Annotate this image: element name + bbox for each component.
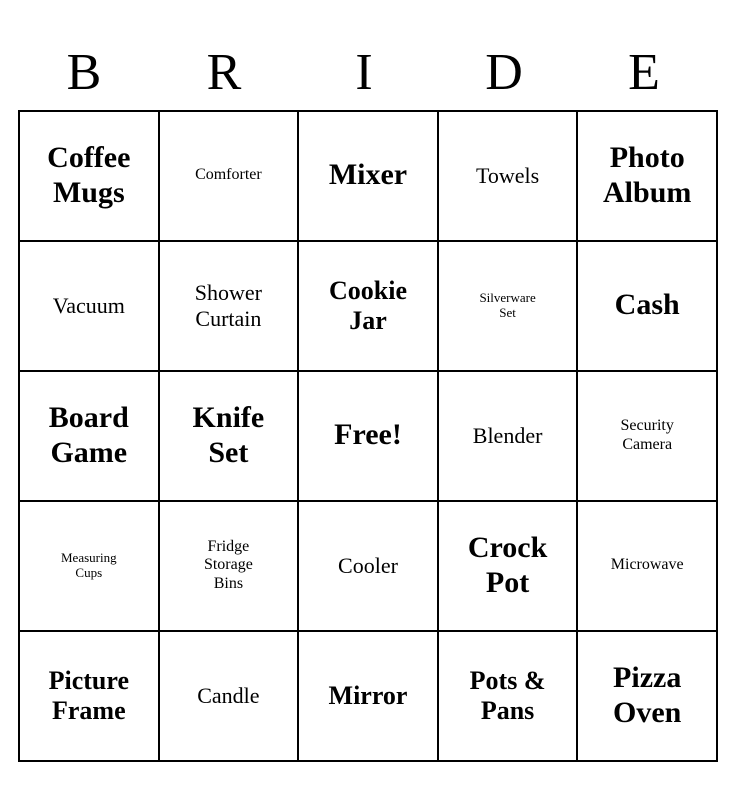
bingo-cell-r0-c4: PhotoAlbum	[578, 112, 718, 242]
bingo-cell-r3-c3: CrockPot	[439, 502, 579, 632]
cell-label: PhotoAlbum	[603, 141, 691, 210]
cell-label: FridgeStorageBins	[204, 538, 253, 593]
bingo-grid: CoffeeMugs Comforter Mixer Towels PhotoAlbum…	[18, 110, 718, 762]
bingo-cell-r1-c0: Vacuum	[20, 242, 160, 372]
cell-label: CoffeeMugs	[47, 141, 130, 210]
cell-label: CrockPot	[468, 531, 547, 600]
cell-label: Candle	[197, 683, 259, 708]
header-letter: E	[578, 39, 718, 106]
bingo-cell-r3-c2: Cooler	[299, 502, 439, 632]
cell-label: ShowerCurtain	[195, 280, 262, 331]
bingo-cell-r4-c1: Candle	[160, 632, 300, 762]
bingo-cell-r1-c2: CookieJar	[299, 242, 439, 372]
bingo-cell-r2-c0: BoardGame	[20, 372, 160, 502]
bingo-cell-r4-c2: Mirror	[299, 632, 439, 762]
cell-label: PictureFrame	[49, 666, 129, 726]
cell-label: SecurityCamera	[621, 417, 674, 454]
cell-label: KnifeSet	[193, 401, 265, 470]
cell-label: BoardGame	[49, 401, 129, 470]
bingo-cell-r4-c3: Pots &Pans	[439, 632, 579, 762]
bingo-cell-r3-c1: FridgeStorageBins	[160, 502, 300, 632]
bingo-cell-r4-c4: PizzaOven	[578, 632, 718, 762]
header-letter: B	[18, 39, 158, 106]
bingo-cell-r1-c3: SilverwareSet	[439, 242, 579, 372]
bingo-cell-r0-c1: Comforter	[160, 112, 300, 242]
bingo-cell-r0-c2: Mixer	[299, 112, 439, 242]
cell-label: Towels	[476, 163, 539, 188]
bingo-cell-r1-c1: ShowerCurtain	[160, 242, 300, 372]
cell-label: Mirror	[329, 681, 408, 711]
cell-label: Microwave	[611, 556, 684, 574]
bingo-cell-r4-c0: PictureFrame	[20, 632, 160, 762]
cell-label: Pots &Pans	[470, 666, 546, 726]
bingo-header: BRIDE	[18, 39, 718, 106]
bingo-cell-r2-c2: Free!	[299, 372, 439, 502]
cell-label: Free!	[334, 418, 402, 453]
cell-label: MeasuringCups	[61, 551, 117, 581]
bingo-cell-r2-c1: KnifeSet	[160, 372, 300, 502]
cell-label: Vacuum	[53, 293, 125, 318]
cell-label: SilverwareSet	[479, 291, 535, 321]
bingo-cell-r0-c3: Towels	[439, 112, 579, 242]
bingo-cell-r0-c0: CoffeeMugs	[20, 112, 160, 242]
bingo-cell-r3-c4: Microwave	[578, 502, 718, 632]
bingo-cell-r1-c4: Cash	[578, 242, 718, 372]
bingo-card: BRIDE CoffeeMugs Comforter Mixer Towels Phot…	[18, 39, 718, 762]
header-letter: D	[438, 39, 578, 106]
bingo-cell-r2-c4: SecurityCamera	[578, 372, 718, 502]
cell-label: CookieJar	[329, 276, 407, 336]
cell-label: Cooler	[338, 553, 398, 578]
bingo-cell-r2-c3: Blender	[439, 372, 579, 502]
cell-label: Mixer	[329, 158, 407, 193]
cell-label: Comforter	[195, 166, 262, 184]
cell-label: PizzaOven	[613, 661, 681, 730]
header-letter: R	[158, 39, 298, 106]
header-letter: I	[298, 39, 438, 106]
cell-label: Cash	[615, 288, 680, 323]
cell-label: Blender	[473, 423, 543, 448]
bingo-cell-r3-c0: MeasuringCups	[20, 502, 160, 632]
